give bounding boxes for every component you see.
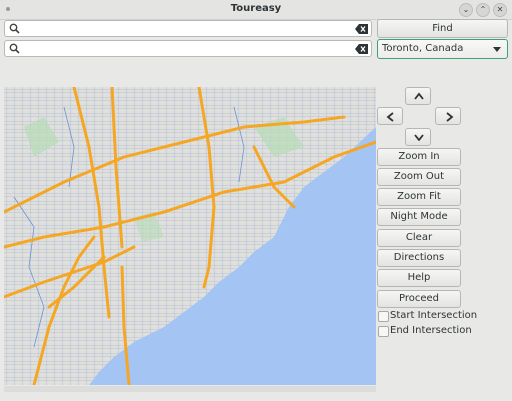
search-input-2[interactable] <box>4 40 372 57</box>
help-button[interactable]: Help <box>377 269 461 287</box>
start-intersection-checkbox[interactable]: Start Intersection <box>378 310 498 322</box>
chevron-down-icon <box>493 47 501 52</box>
clear-text-icon[interactable] <box>355 44 368 54</box>
search-input-1[interactable] <box>4 20 372 37</box>
close-icon[interactable]: ✕ <box>493 3 507 17</box>
window-title: Toureasy <box>230 3 282 14</box>
city-select-value: Toronto, Canada <box>382 43 464 54</box>
chevron-right-icon <box>446 112 454 122</box>
chevron-up-icon <box>414 92 424 100</box>
pan-up-button[interactable] <box>405 87 431 105</box>
zoom-out-button[interactable]: Zoom Out <box>377 168 461 186</box>
maximize-icon[interactable]: ⌃ <box>476 3 490 17</box>
find-button[interactable]: Find <box>377 19 508 38</box>
map-canvas[interactable] <box>4 87 376 385</box>
clear-button[interactable]: Clear <box>377 229 461 247</box>
minimize-icon[interactable]: ⌄ <box>459 3 473 17</box>
checkbox-label: End Intersection <box>390 325 472 336</box>
checkbox-box[interactable] <box>378 326 389 337</box>
search-icon <box>9 43 20 54</box>
chevron-down-icon <box>414 134 424 141</box>
pan-right-button[interactable] <box>435 107 461 125</box>
search-icon <box>9 23 20 34</box>
map-scrollbar[interactable] <box>4 386 376 392</box>
chevron-left-icon <box>386 112 394 122</box>
city-select[interactable]: Toronto, Canada <box>377 39 508 59</box>
pan-down-button[interactable] <box>405 128 431 146</box>
end-intersection-checkbox[interactable]: End Intersection <box>378 325 498 337</box>
zoom-fit-button[interactable]: Zoom Fit <box>377 188 461 206</box>
zoom-in-button[interactable]: Zoom In <box>377 148 461 166</box>
title-bar: Toureasy ⌄ ⌃ ✕ <box>0 0 512 20</box>
checkbox-box[interactable] <box>378 311 389 322</box>
map-graphic <box>4 87 376 385</box>
directions-button[interactable]: Directions <box>377 249 461 267</box>
clear-text-icon[interactable] <box>355 24 368 34</box>
proceed-button[interactable]: Proceed <box>377 290 461 308</box>
night-mode-button[interactable]: Night Mode <box>377 208 461 226</box>
pan-left-button[interactable] <box>377 107 403 125</box>
checkbox-label: Start Intersection <box>390 310 478 321</box>
